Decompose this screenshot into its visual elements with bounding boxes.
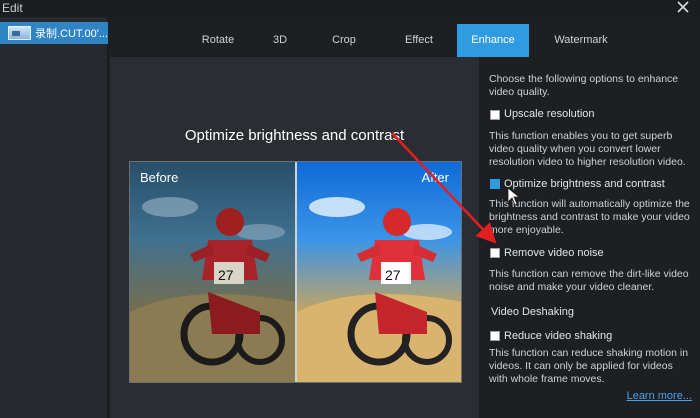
tab-enhance[interactable]: Enhance [457,24,529,57]
edit-tabs: Rotate 3D Crop Effect Enhance Watermark [109,24,700,57]
svg-text:27: 27 [218,267,234,283]
tab-watermark[interactable]: Watermark [537,24,625,57]
file-list-item[interactable]: 录制.CUT.00'... [0,22,108,44]
tab-rotate[interactable]: Rotate [185,24,251,57]
motocross-rider-before: 27 [130,197,296,382]
after-label: After [421,170,449,185]
reduce-shaking-description: This function can reduce shaking motion … [489,347,689,385]
before-image: 27 [130,162,296,382]
tab-effect[interactable]: Effect [384,24,454,57]
enhance-options-panel: Choose the following options to enhance … [479,57,700,418]
video-thumbnail-icon [8,26,31,40]
remove-noise-checkbox[interactable] [490,248,500,258]
learn-more-link[interactable]: Learn more... [627,390,692,402]
file-name: 录制.CUT.00'... [34,28,108,40]
upscale-resolution-description: This function enables you to get superb … [489,130,686,168]
video-deshaking-title: Video Deshaking [491,306,574,318]
upscale-resolution-checkbox[interactable] [490,110,500,120]
after-image: 27 [297,162,461,382]
tab-crop[interactable]: Crop [314,24,374,57]
remove-noise-label[interactable]: Remove video noise [504,247,604,259]
tab-3d[interactable]: 3D [256,24,304,57]
title-bar: Edit [0,0,700,17]
preview-title: Optimize brightness and contrast [184,127,405,144]
before-label: Before [140,170,179,185]
upscale-resolution-label[interactable]: Upscale resolution [504,108,595,120]
file-list: 录制.CUT.00'... [0,17,108,418]
close-icon[interactable] [676,0,690,14]
preview-panel: Optimize brightness and contrast 27 27 B… [110,57,479,418]
reduce-shaking-checkbox[interactable] [490,331,500,341]
motocross-rider-after: 27 [297,197,461,382]
window-title: Edit [2,1,23,15]
enhance-intro: Choose the following options to enhance … [489,73,679,98]
before-after-comparison: 27 27 Before After [129,161,462,383]
optimize-brightness-checkbox[interactable] [490,179,500,189]
remove-noise-description: This function can remove the dirt-like v… [489,268,689,293]
svg-text:27: 27 [385,267,401,283]
optimize-brightness-description: This function will automatically optimiz… [489,198,690,236]
optimize-brightness-label[interactable]: Optimize brightness and contrast [504,178,665,190]
reduce-shaking-label[interactable]: Reduce video shaking [504,330,612,342]
